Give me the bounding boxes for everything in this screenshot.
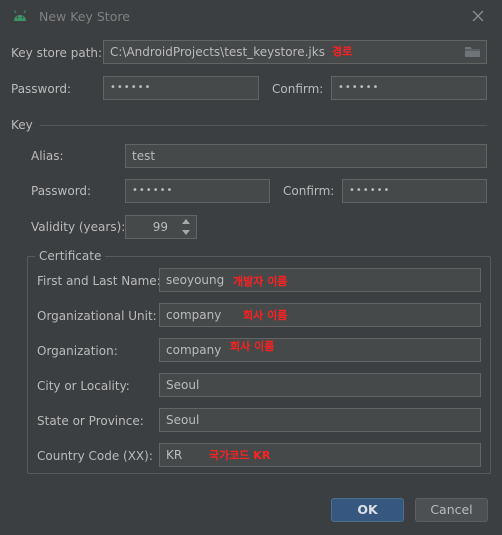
key-store-path-annotation: 경로 [332, 45, 353, 58]
keystore-password-input[interactable]: •••••• [103, 76, 259, 100]
android-icon [12, 9, 28, 23]
country-code-label: Country Code (XX): [37, 449, 153, 463]
first-last-name-input[interactable]: seoyoung [159, 268, 481, 292]
window-title: New Key Store [39, 9, 130, 24]
key-password-input[interactable]: •••••• [125, 179, 270, 203]
keystore-confirm-input[interactable]: •••••• [331, 76, 487, 100]
organization-input[interactable]: company [159, 338, 481, 362]
ok-button[interactable]: OK [331, 498, 404, 522]
organizational-unit-input[interactable]: company [159, 303, 481, 327]
key-store-path-label: Key store path: [11, 46, 103, 60]
validity-label: Validity (years): [31, 220, 126, 234]
close-icon[interactable] [472, 10, 484, 22]
validity-spinner[interactable] [176, 215, 197, 239]
organization-label: Organization: [37, 344, 118, 358]
organization-annotation: 회사 이름 [230, 340, 275, 353]
key-confirm-label: Confirm: [283, 184, 335, 198]
state-label: State or Province: [37, 414, 144, 428]
key-section-divider [40, 125, 487, 126]
first-last-name-annotation: 개발자 이름 [233, 275, 288, 288]
close-button[interactable] [466, 5, 490, 27]
city-label: City or Locality: [37, 379, 130, 393]
city-input[interactable]: Seoul [159, 373, 481, 397]
keystore-confirm-label: Confirm: [272, 82, 324, 96]
key-section-label: Key [11, 118, 33, 132]
validity-input[interactable]: 99 [125, 215, 177, 239]
alias-input[interactable]: test [125, 144, 487, 168]
state-input[interactable]: Seoul [159, 408, 481, 432]
chevron-up-icon [182, 219, 190, 224]
certificate-legend: Certificate [35, 248, 106, 264]
key-confirm-input[interactable]: •••••• [342, 179, 487, 203]
keystore-password-label: Password: [11, 82, 72, 96]
organizational-unit-annotation: 회사 이름 [243, 309, 288, 322]
country-code-input[interactable]: KR [159, 443, 481, 467]
country-code-annotation: 국가코드 KR [209, 449, 271, 462]
title-bar: New Key Store [0, 0, 502, 34]
spinner-down-button[interactable] [176, 227, 196, 238]
spinner-up-button[interactable] [176, 216, 196, 227]
organizational-unit-label: Organizational Unit: [37, 309, 157, 323]
first-last-name-label: First and Last Name: [37, 274, 161, 288]
key-password-label: Password: [31, 184, 92, 198]
cancel-button[interactable]: Cancel [415, 498, 488, 522]
folder-icon[interactable] [464, 44, 482, 60]
chevron-down-icon [182, 230, 190, 235]
key-store-path-input[interactable]: C:\AndroidProjects\test_keystore.jks [103, 40, 487, 64]
alias-label: Alias: [31, 149, 64, 163]
